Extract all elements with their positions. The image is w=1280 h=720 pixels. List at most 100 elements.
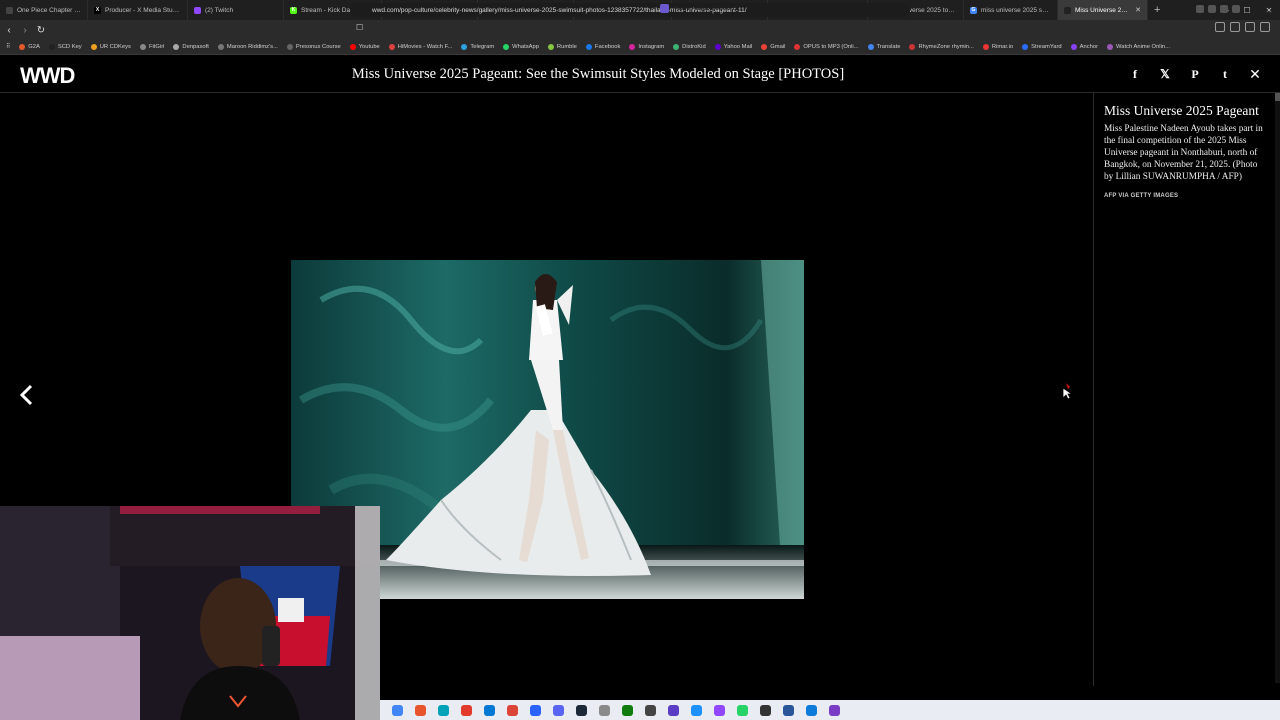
taskbar-app-icon[interactable] xyxy=(530,704,541,716)
bookmark-item[interactable]: Maroon Riddimz's... xyxy=(217,44,278,50)
bookmark-star-icon[interactable]: ☐ xyxy=(356,23,363,32)
bookmark-item[interactable]: RhymeZone rhymin... xyxy=(909,44,974,50)
taskbar-app-icon[interactable] xyxy=(645,704,656,716)
bookmark-item[interactable]: G2A xyxy=(19,44,40,50)
share-icons: f 𝕏 P t ✕ xyxy=(1120,66,1270,83)
taskbar-app-icon[interactable] xyxy=(737,704,748,716)
taskbar-app-icon[interactable] xyxy=(553,704,564,716)
taskbar-app-icon[interactable] xyxy=(760,704,771,716)
bookmark-item[interactable]: Denpasoft xyxy=(173,44,209,50)
bookmark-item[interactable]: Anchor xyxy=(1070,44,1098,50)
bookmark-item[interactable]: Instagram xyxy=(629,44,664,50)
pinterest-icon[interactable]: P xyxy=(1180,67,1210,82)
tray-icon[interactable] xyxy=(1220,5,1228,13)
taskbar-app-icon[interactable] xyxy=(415,704,426,716)
bookmark-item[interactable]: Rumble xyxy=(547,44,577,50)
back-icon[interactable]: ‹ xyxy=(2,25,16,36)
bookmark-item[interactable]: DistroKid xyxy=(673,44,706,50)
x-icon[interactable]: 𝕏 xyxy=(1150,67,1180,82)
close-gallery-icon[interactable]: ✕ xyxy=(1240,66,1270,83)
bookmark-item[interactable]: UR CDKeys xyxy=(90,44,131,50)
bookmark-item[interactable]: StreamYard xyxy=(1022,44,1062,50)
tab-label: miss universe 2025 swimsu xyxy=(981,6,1051,14)
taskbar-clock[interactable]: 12:09 AM 11/21/2025 xyxy=(1249,2,1276,18)
forward-icon[interactable]: › xyxy=(18,25,32,36)
taskbar-app-icon[interactable] xyxy=(484,704,495,716)
taskbar-app-icon[interactable] xyxy=(806,704,817,716)
bookmark-item[interactable]: Gmail xyxy=(761,44,785,50)
bookmark-item[interactable]: Yahoo Mail xyxy=(714,44,753,50)
browser-tab[interactable]: (2) Twitch xyxy=(188,0,284,20)
taskbar-app-icon[interactable] xyxy=(576,704,587,716)
tray-icon[interactable] xyxy=(1208,5,1216,13)
taskbar-media-widget[interactable]: Man Vs Baby official t... xyxy=(660,4,736,13)
taskbar-app-icon[interactable] xyxy=(668,704,679,716)
tab-close-icon[interactable]: ✕ xyxy=(1135,6,1141,14)
browser-tab[interactable]: One Piece Chapter 1109 | T xyxy=(0,0,88,20)
bookmark-favicon-icon xyxy=(217,44,224,50)
bookmark-item[interactable]: SCD Key xyxy=(48,44,82,50)
bookmark-label: Yahoo Mail xyxy=(723,44,753,50)
system-tray xyxy=(1196,5,1240,13)
prev-slide-icon[interactable] xyxy=(18,383,36,407)
bookmark-item[interactable]: Youtube xyxy=(349,44,380,50)
sidepanel-icon[interactable] xyxy=(1230,22,1240,32)
bookmark-label: G2A xyxy=(28,44,40,50)
taskbar-app-icon[interactable] xyxy=(783,704,794,716)
tray-icon[interactable] xyxy=(1196,5,1204,13)
bookmark-favicon-icon xyxy=(19,44,26,50)
bookmark-item[interactable]: Facebook xyxy=(585,44,620,50)
bookmark-favicon-icon xyxy=(173,44,180,50)
bookmark-label: Instagram xyxy=(638,44,665,50)
browser-tab[interactable]: X Producer - X Media Studio xyxy=(88,0,188,20)
bookmark-item[interactable]: Watch Anime Onlin... xyxy=(1107,44,1170,50)
taskbar-app-icon[interactable] xyxy=(392,704,403,716)
menu-icon[interactable] xyxy=(1260,22,1270,32)
slide-caption: Miss Palestine Nadeen Ayoub takes part i… xyxy=(1104,124,1263,182)
url-input[interactable]: wwd.com/pop-culture/celebrity-news/galle… xyxy=(350,3,910,17)
taskbar-app-icon[interactable] xyxy=(599,704,610,716)
taskbar-app-icon[interactable] xyxy=(507,704,518,716)
bookmark-label: Denpasoft xyxy=(182,44,209,50)
taskbar-app-icon[interactable] xyxy=(461,704,472,716)
profile-icon[interactable] xyxy=(1245,22,1255,32)
bookmark-item[interactable]: Rimar.io xyxy=(982,44,1013,50)
browser-tab[interactable]: Miss Universe 2025 Swi✕ xyxy=(1058,0,1148,20)
facebook-icon[interactable]: f xyxy=(1120,67,1150,82)
extension-icons xyxy=(1215,22,1270,32)
media-title: Man Vs Baby official t... xyxy=(673,5,736,12)
page-scrollbar[interactable] xyxy=(1275,93,1280,683)
bookmark-item[interactable]: Translate xyxy=(867,44,900,50)
bookmark-favicon-icon xyxy=(547,44,554,50)
bookmark-favicon-icon xyxy=(1070,44,1077,50)
bookmark-label: Watch Anime Onlin... xyxy=(1116,44,1170,50)
new-tab-button[interactable]: + xyxy=(1148,4,1166,16)
bookmark-item[interactable]: WhatsApp xyxy=(503,44,539,50)
bookmark-item[interactable]: HiMovies - Watch F... xyxy=(388,44,453,50)
bookmark-label: UR CDKeys xyxy=(99,44,131,50)
bookmark-label: HiMovies - Watch F... xyxy=(397,44,453,50)
tab-favicon-icon xyxy=(194,6,201,14)
reload-icon[interactable]: ↻ xyxy=(34,25,48,36)
tray-icon[interactable] xyxy=(1232,5,1240,13)
os-taskbar xyxy=(380,700,1280,720)
bookmark-item[interactable]: FitGirl xyxy=(139,44,164,50)
site-header: WWD Miss Universe 2025 Pageant: See the … xyxy=(0,56,1280,93)
bookmark-label: OPUS to MP3 (Onli... xyxy=(803,44,859,50)
taskbar-app-icon[interactable] xyxy=(714,704,725,716)
tab-label: (2) Twitch xyxy=(205,6,234,14)
browser-tab[interactable]: Gmiss universe 2025 swimsu xyxy=(964,0,1058,20)
taskbar-app-icon[interactable] xyxy=(829,704,840,716)
extensions-icon[interactable] xyxy=(1215,22,1225,32)
bookmark-item[interactable]: Telegram xyxy=(461,44,494,50)
taskbar-app-icon[interactable] xyxy=(691,704,702,716)
taskbar-app-icon[interactable] xyxy=(622,704,633,716)
bookmark-item[interactable]: OPUS to MP3 (Onli... xyxy=(794,44,859,50)
taskbar-app-icon[interactable] xyxy=(438,704,449,716)
address-bar-row: ‹ › ↻ xyxy=(0,20,1280,40)
scrollbar-thumb[interactable] xyxy=(1275,93,1280,101)
apps-grid-icon[interactable]: ⠿ xyxy=(6,44,10,50)
tumblr-icon[interactable]: t xyxy=(1210,67,1240,82)
bookmark-item[interactable]: Presonus Course xyxy=(286,44,341,50)
bookmark-label: Maroon Riddimz's... xyxy=(226,44,278,50)
